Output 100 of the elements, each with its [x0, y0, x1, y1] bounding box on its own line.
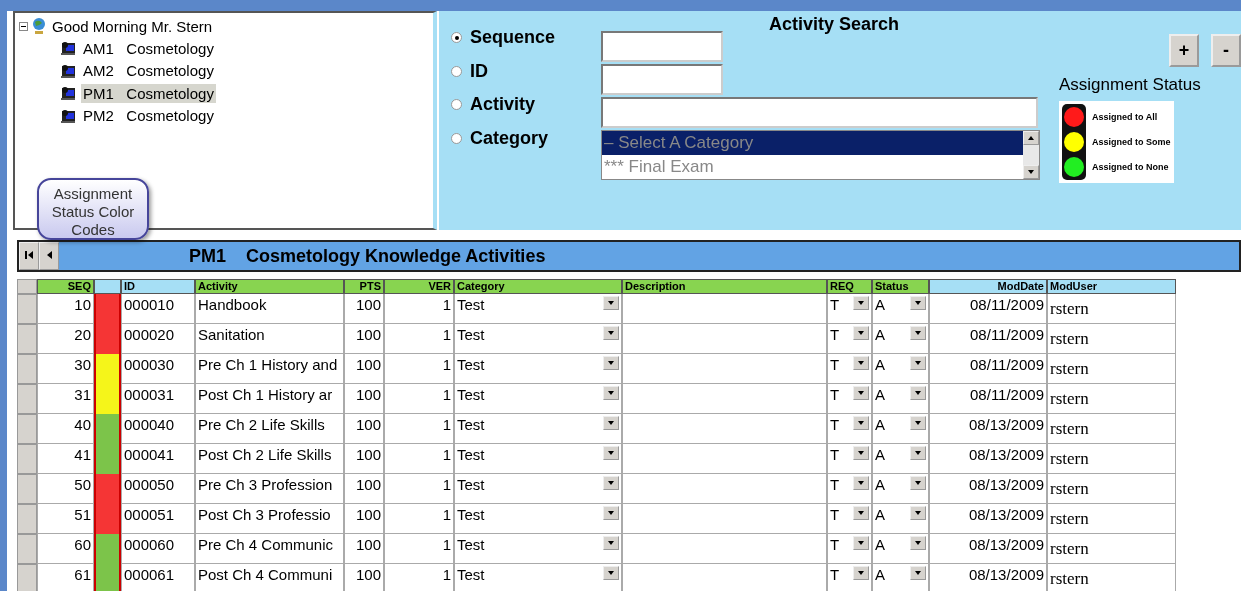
- dropdown-button[interactable]: [910, 386, 926, 400]
- dropdown-button[interactable]: [853, 536, 869, 550]
- dropdown-button[interactable]: [910, 416, 926, 430]
- column-header[interactable]: VER: [384, 279, 454, 294]
- dropdown-button[interactable]: [910, 326, 926, 340]
- tree-item[interactable]: AM1 Cosmetology: [81, 38, 216, 58]
- status-dropdown[interactable]: A: [872, 324, 929, 354]
- dropdown-button[interactable]: [603, 386, 619, 400]
- radio-button[interactable]: [451, 99, 462, 111]
- dropdown-button[interactable]: [910, 506, 926, 520]
- dropdown-button[interactable]: [603, 506, 619, 520]
- dropdown-button[interactable]: [603, 296, 619, 310]
- dropdown-button[interactable]: [603, 446, 619, 460]
- table-cell: Post Ch 1 History ar: [195, 384, 344, 414]
- category-dropdown[interactable]: Test: [454, 474, 622, 504]
- column-header[interactable]: Category: [454, 279, 622, 294]
- req-dropdown[interactable]: T: [827, 324, 872, 354]
- column-header[interactable]: Description: [622, 279, 827, 294]
- toolbar-button[interactable]: +: [1169, 34, 1199, 67]
- dropdown-button[interactable]: [910, 356, 926, 370]
- dropdown-button[interactable]: [910, 446, 926, 460]
- dropdown-button[interactable]: [853, 566, 869, 580]
- column-header[interactable]: PTS: [344, 279, 384, 294]
- tree-item[interactable]: PM2 Cosmetology: [81, 106, 216, 126]
- req-dropdown[interactable]: T: [827, 504, 872, 534]
- status-dropdown[interactable]: A: [872, 384, 929, 414]
- status-dropdown[interactable]: A: [872, 504, 929, 534]
- dropdown-button[interactable]: [853, 326, 869, 340]
- dropdown-button[interactable]: [910, 296, 926, 310]
- dropdown-button[interactable]: [853, 476, 869, 490]
- req-dropdown[interactable]: T: [827, 474, 872, 504]
- tree-item[interactable]: AM2 Cosmetology: [81, 61, 216, 81]
- req-dropdown[interactable]: T: [827, 384, 872, 414]
- scroll-up-button[interactable]: [1023, 131, 1039, 145]
- tree-root-label[interactable]: Good Morning Mr. Stern: [50, 16, 215, 36]
- column-header[interactable]: REQ: [827, 279, 872, 294]
- search-field[interactable]: [601, 97, 1038, 128]
- column-header[interactable]: ModUser: [1047, 279, 1176, 294]
- column-header[interactable]: ID: [121, 279, 195, 294]
- column-header[interactable]: Activity: [195, 279, 344, 294]
- column-header[interactable]: [94, 279, 121, 294]
- dropdown-button[interactable]: [603, 566, 619, 580]
- collapse-toggle[interactable]: [19, 21, 28, 31]
- dropdown-button[interactable]: [910, 566, 926, 580]
- dropdown-button[interactable]: [603, 536, 619, 550]
- req-dropdown[interactable]: T: [827, 534, 872, 564]
- triangle-icon: [857, 330, 865, 336]
- dropdown-button[interactable]: [603, 476, 619, 490]
- req-dropdown[interactable]: T: [827, 354, 872, 384]
- radio-button[interactable]: [451, 132, 462, 144]
- dropdown-button[interactable]: [853, 296, 869, 310]
- first-record-button[interactable]: [19, 242, 39, 270]
- tree-item[interactable]: PM1 Cosmetology: [81, 83, 216, 103]
- req-dropdown[interactable]: T: [827, 444, 872, 474]
- status-dropdown[interactable]: A: [872, 444, 929, 474]
- status-dropdown[interactable]: A: [872, 414, 929, 444]
- search-field[interactable]: [601, 64, 723, 95]
- category-dropdown[interactable]: Test: [454, 384, 622, 414]
- dropdown-button[interactable]: [910, 476, 926, 490]
- dropdown-button[interactable]: [853, 356, 869, 370]
- dropdown-button[interactable]: [910, 536, 926, 550]
- category-dropdown[interactable]: Test: [454, 414, 622, 444]
- radio-button[interactable]: [451, 65, 462, 77]
- radio-button[interactable]: [451, 32, 462, 44]
- column-header[interactable]: ModDate: [929, 279, 1047, 294]
- req-dropdown[interactable]: T: [827, 564, 872, 591]
- category-dropdown[interactable]: Test: [454, 534, 622, 564]
- req-dropdown[interactable]: T: [827, 414, 872, 444]
- category-list[interactable]: – Select A Category *** Final Exam: [601, 130, 1040, 180]
- dropdown-button[interactable]: [853, 386, 869, 400]
- table-cell: 100: [344, 534, 384, 564]
- table-cell: 08/13/2009: [929, 564, 1047, 591]
- dropdown-button[interactable]: [853, 416, 869, 430]
- triangle-icon: [607, 480, 615, 486]
- scroll-down-button[interactable]: [1023, 165, 1039, 179]
- status-dropdown[interactable]: A: [872, 534, 929, 564]
- dropdown-button[interactable]: [603, 416, 619, 430]
- list-item[interactable]: – Select A Category: [602, 131, 1023, 155]
- status-dropdown[interactable]: A: [872, 354, 929, 384]
- category-dropdown[interactable]: Test: [454, 354, 622, 384]
- dropdown-button[interactable]: [603, 326, 619, 340]
- dropdown-button[interactable]: [853, 446, 869, 460]
- column-header[interactable]: SEQ: [37, 279, 94, 294]
- table-cell: 1: [384, 534, 454, 564]
- previous-record-button[interactable]: [39, 242, 59, 270]
- status-dropdown[interactable]: A: [872, 564, 929, 591]
- globe-icon: [31, 17, 47, 35]
- category-dropdown[interactable]: Test: [454, 444, 622, 474]
- category-dropdown[interactable]: Test: [454, 504, 622, 534]
- search-field[interactable]: [601, 31, 723, 62]
- category-dropdown[interactable]: Test: [454, 294, 622, 324]
- status-dropdown[interactable]: A: [872, 294, 929, 324]
- category-dropdown[interactable]: Test: [454, 564, 622, 591]
- req-dropdown[interactable]: T: [827, 294, 872, 324]
- category-dropdown[interactable]: Test: [454, 324, 622, 354]
- column-header[interactable]: Status: [872, 279, 929, 294]
- dropdown-button[interactable]: [603, 356, 619, 370]
- toolbar-button[interactable]: -: [1211, 34, 1241, 67]
- status-dropdown[interactable]: A: [872, 474, 929, 504]
- dropdown-button[interactable]: [853, 506, 869, 520]
